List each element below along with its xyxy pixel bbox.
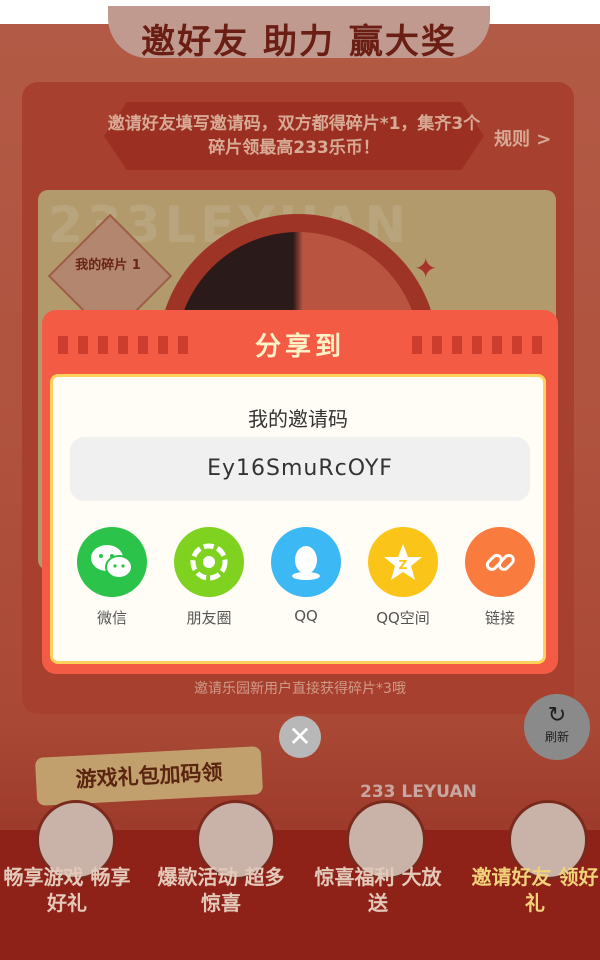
- share-label: 朋友圈: [186, 609, 232, 627]
- dialog-title: 分享到: [254, 332, 345, 362]
- qzone-icon: Z: [368, 527, 438, 597]
- svg-text:Z: Z: [399, 558, 408, 572]
- share-option-qq[interactable]: QQ: [266, 527, 346, 625]
- share-label: QQ空间: [376, 609, 430, 627]
- share-option-moments[interactable]: 朋友圈: [169, 527, 249, 628]
- share-label: QQ: [294, 607, 318, 625]
- share-option-qzone[interactable]: Z QQ空间: [363, 527, 443, 628]
- moments-icon: [174, 527, 244, 597]
- link-icon: [465, 527, 535, 597]
- dialog-body: 我的邀请码 Ey16SmuRcOYF 微信 朋友圈 QQ Z QQ空间 链接: [50, 374, 546, 664]
- invite-code-label: 我的邀请码: [248, 407, 348, 431]
- share-dialog: 分享到 我的邀请码 Ey16SmuRcOYF 微信 朋友圈 QQ Z QQ空间 …: [42, 310, 558, 674]
- invite-code-value[interactable]: Ey16SmuRcOYF: [70, 437, 530, 501]
- share-label: 链接: [484, 609, 515, 627]
- share-label: 微信: [96, 609, 127, 627]
- share-option-wechat[interactable]: 微信: [72, 527, 152, 628]
- close-button[interactable]: ✕: [279, 716, 321, 758]
- close-icon: ✕: [288, 720, 312, 753]
- share-option-link[interactable]: 链接: [460, 527, 540, 628]
- qq-icon: [271, 527, 341, 597]
- wechat-icon: [77, 527, 147, 597]
